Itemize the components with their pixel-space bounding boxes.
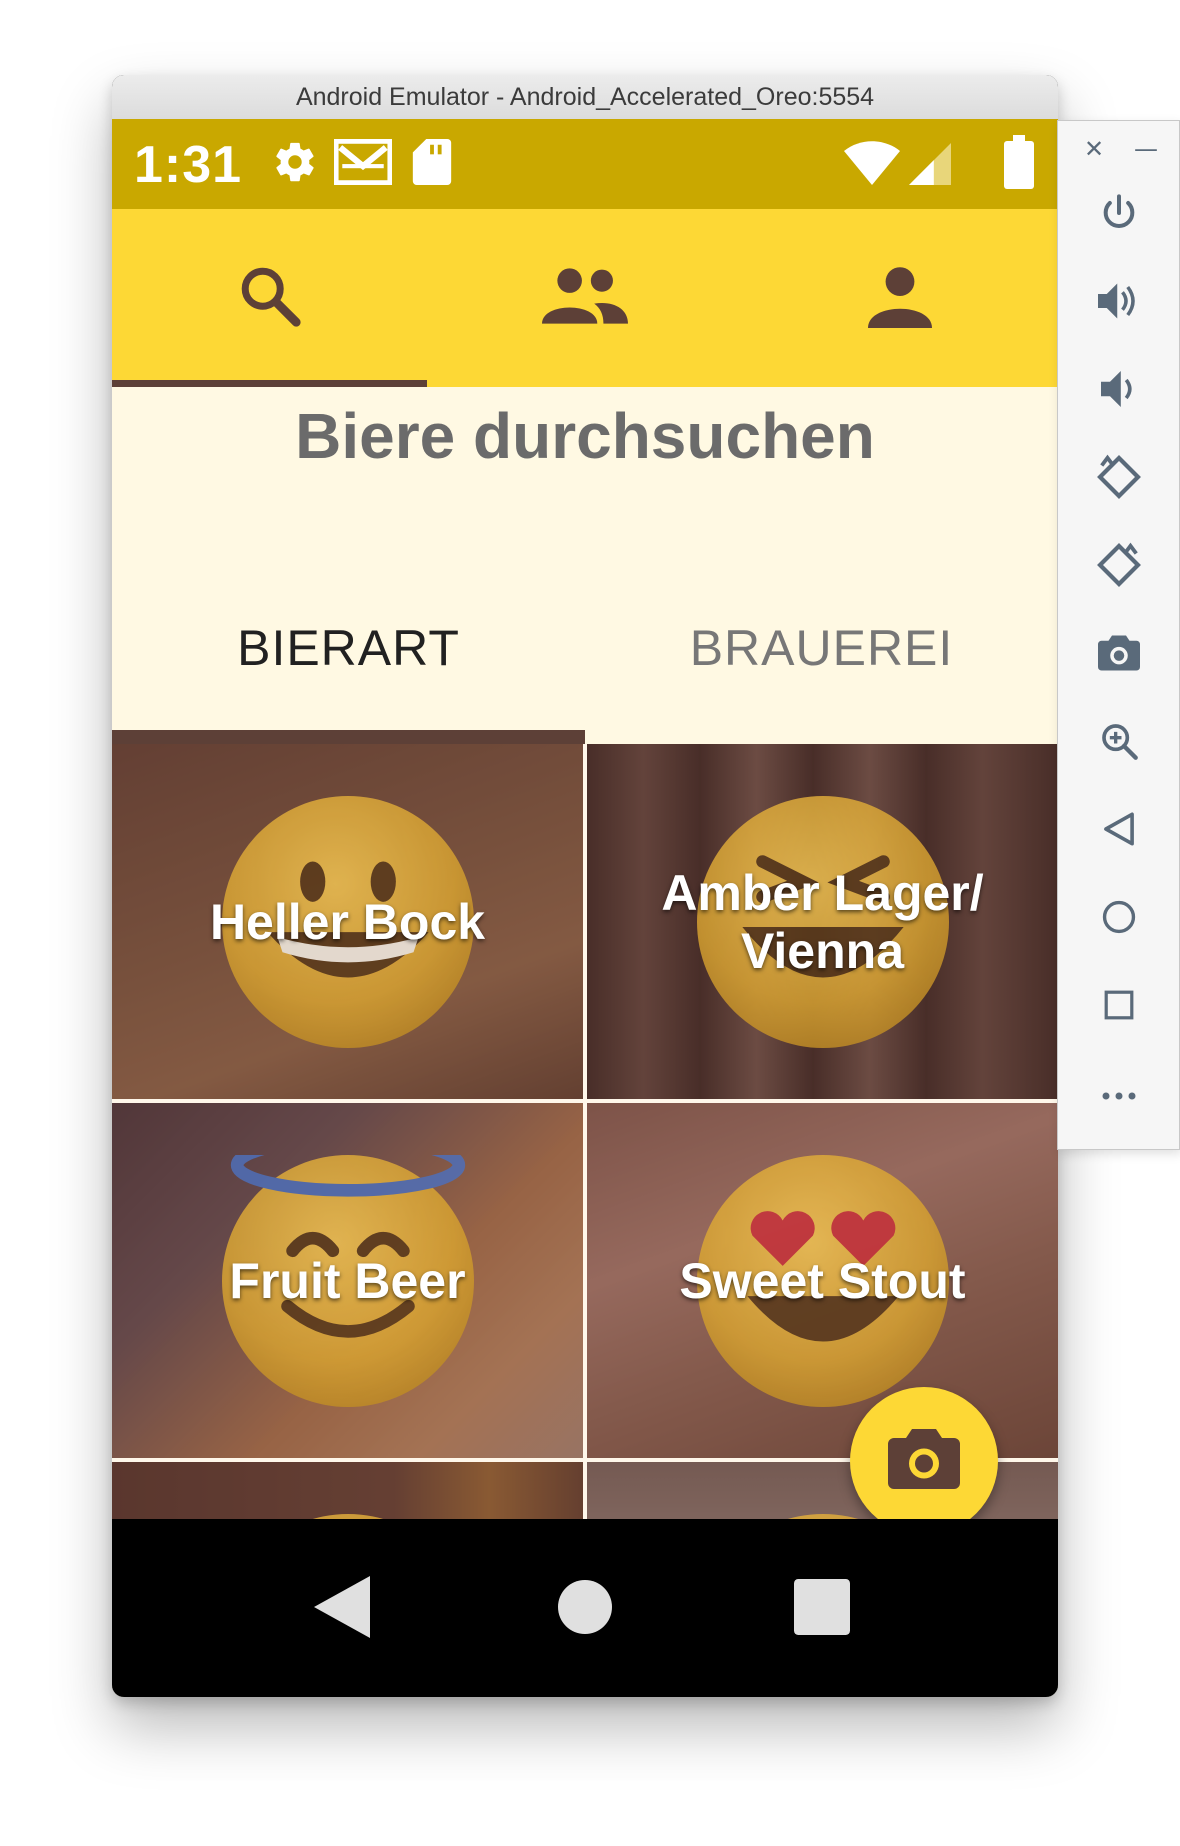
tab-community[interactable] [427,209,742,387]
tile-label: Heller Bock [209,893,486,950]
group-icon [541,265,628,331]
status-bar: 1:31 [112,119,1058,209]
volume-up-icon [1097,281,1140,325]
active-tab-indicator [112,380,427,387]
camera-icon [1097,635,1140,675]
close-icon[interactable]: ✕ [1084,135,1104,163]
nav-recents-button[interactable] [782,1569,862,1649]
camera-icon [888,1429,960,1493]
tab-bierart[interactable]: BIERART [112,619,585,677]
nav-home-button[interactable] [545,1569,625,1649]
tab-search[interactable] [112,209,427,387]
tile-label: Amber Lager/ Vienna [661,864,984,979]
more-icon [1101,1086,1137,1105]
rotate-left-icon [1096,454,1142,504]
emulator-controls-panel: ✕ — [1057,120,1180,1150]
top-tab-bar [112,209,1058,387]
gmail-icon [333,138,393,189]
tab-profile[interactable] [742,209,1057,387]
home-button[interactable] [1058,889,1179,949]
status-time: 1:31 [134,136,243,194]
back-triangle-icon [314,1576,370,1642]
recents-square-icon [794,1579,850,1639]
beer-tile-amber-lager[interactable]: Amber Lager/ Vienna [587,744,1058,1099]
more-button[interactable] [1058,1065,1179,1125]
beer-tile-heller-bock[interactable]: Heller Bock [112,744,583,1099]
minimize-icon[interactable]: — [1134,135,1158,163]
wifi-icon [844,141,900,189]
beer-tile-fruit-beer[interactable]: Fruit Beer [112,1103,583,1458]
volume-down-button[interactable] [1058,361,1179,421]
rotate-left-button[interactable] [1058,449,1179,509]
zoom-button[interactable] [1058,713,1179,773]
volume-up-button[interactable] [1058,273,1179,333]
overview-icon [1103,989,1135,1025]
signal-icon [908,143,952,189]
home-icon [1102,900,1136,938]
rotate-right-icon [1096,542,1142,592]
back-icon [1102,811,1136,851]
window-title: Android Emulator - Android_Accelerated_O… [112,75,1058,120]
back-button[interactable] [1058,801,1179,861]
page-title: Biere durchsuchen [295,400,875,472]
camera-fab[interactable] [850,1387,998,1535]
tile-label: Sweet Stout [679,1252,966,1309]
search-icon [235,261,305,335]
beer-tile-sweet-stout[interactable]: Sweet Stout [587,1103,1058,1458]
volume-down-icon [1100,369,1137,413]
power-icon [1099,193,1139,237]
nav-back-button[interactable] [302,1569,382,1649]
system-nav-bar [112,1519,1058,1697]
home-circle-icon [558,1580,612,1638]
emulator-window: Android Emulator - Android_Accelerated_O… [112,75,1058,1697]
battery-icon [1004,135,1034,193]
device-screen: 1:31 Biere durchsuchen BIERART BRAUEREI … [112,119,1058,1697]
settings-icon [272,139,318,189]
sd-card-icon [412,139,452,189]
tile-label: Fruit Beer [229,1252,466,1309]
screenshot-button[interactable] [1058,625,1179,685]
zoom-in-icon [1099,721,1139,765]
tab-brauerei[interactable]: BRAUEREI [585,619,1058,677]
subtab-indicator [112,730,585,744]
person-icon [867,264,932,332]
power-button[interactable] [1058,185,1179,245]
rotate-right-button[interactable] [1058,537,1179,597]
overview-button[interactable] [1058,977,1179,1037]
